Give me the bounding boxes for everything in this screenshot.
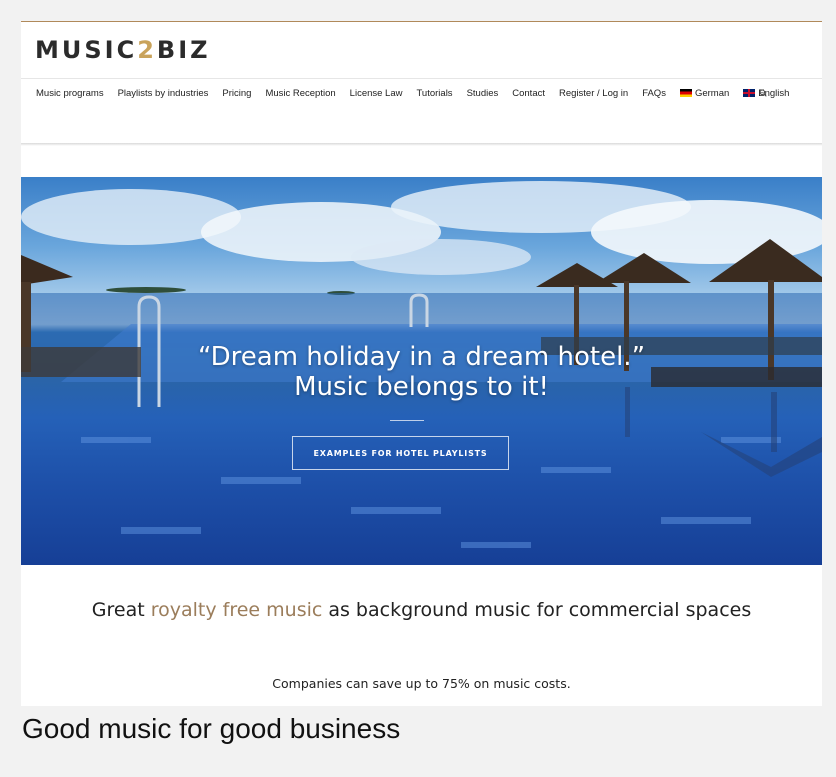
nav-divider [21,78,822,79]
caption-text: Good music for good business [22,713,401,744]
header-shadow [21,143,822,146]
hero-banner: “Dream holiday in a dream hotel.” Music … [21,177,822,565]
nav-item-license-law[interactable]: License Law [350,88,403,99]
logo-text: MUSIC2BIZ [35,36,211,64]
main-nav: Music programs Playlists by industries P… [36,86,803,100]
nav-item-music-programs[interactable]: Music programs [36,88,104,99]
hotel-playlists-button[interactable]: EXAMPLES FOR HOTEL PLAYLISTS [292,436,509,470]
uk-flag-icon [743,89,756,97]
nav-item-music-reception[interactable]: Music Reception [265,88,335,99]
nav-item-studies[interactable]: Studies [467,88,499,99]
savings-text: Companies can save up to 75% on music co… [272,676,571,691]
hero-divider [390,420,424,421]
hero-quote-line1: “Dream holiday in a dream hotel.” [197,342,646,372]
screenshot-frame: MUSIC2BIZ Music programs Playlists by in… [0,0,836,777]
nav-item-pricing[interactable]: Pricing [222,88,251,99]
nav-item-german[interactable]: German [679,87,730,99]
page-headline: Great royalty free music as background m… [21,597,822,623]
search-icon[interactable] [759,89,767,97]
headline-prefix: Great [91,599,151,621]
royalty-free-music-link[interactable]: royalty free music [151,599,323,621]
hero-quote-line2: Music belongs to it! [294,372,549,402]
headline-suffix: as background music for commercial space… [322,599,752,621]
nav-item-playlists-by-industries[interactable]: Playlists by industries [118,88,209,99]
nav-item-tutorials[interactable]: Tutorials [416,88,452,99]
nav-item-faqs[interactable]: FAQs [642,88,666,99]
hero-quote: “Dream holiday in a dream hotel.” Music … [21,342,822,402]
top-accent-line [21,21,822,22]
nav-item-register-login[interactable]: Register / Log in [559,88,628,99]
german-flag-icon [679,89,692,97]
web-page: MUSIC2BIZ Music programs Playlists by in… [21,21,822,706]
nav-item-contact[interactable]: Contact [512,88,545,99]
nav-item-german-label: German [694,87,730,99]
site-logo[interactable]: MUSIC2BIZ [35,36,211,64]
